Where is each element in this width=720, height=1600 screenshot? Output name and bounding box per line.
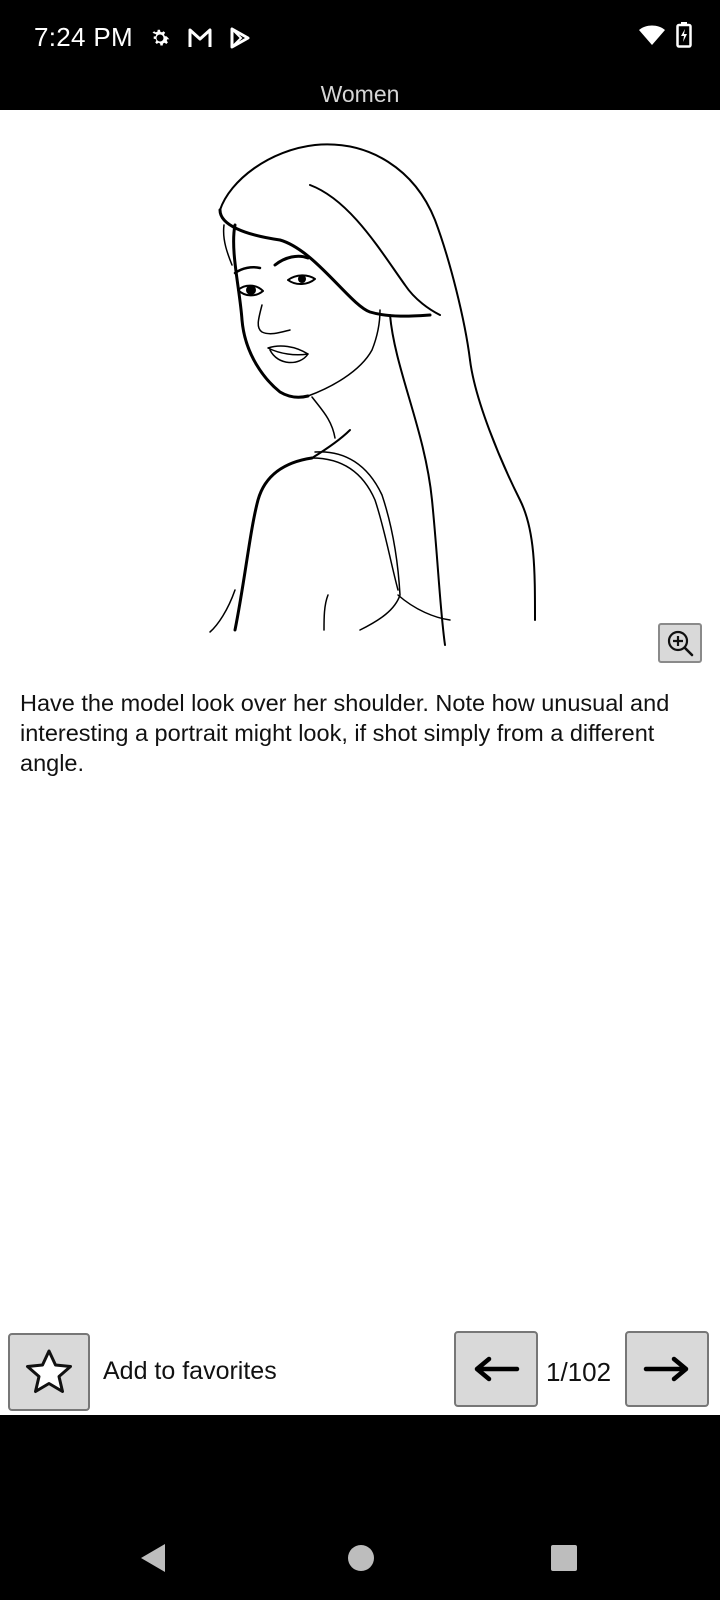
battery-charging-icon <box>676 22 692 53</box>
next-button[interactable] <box>625 1331 709 1407</box>
add-to-favorites-button[interactable] <box>8 1333 90 1411</box>
zoom-in-icon <box>667 630 694 657</box>
page-counter: 1/102 <box>546 1357 612 1387</box>
star-icon <box>26 1349 72 1393</box>
pose-description: Have the model look over her shoulder. N… <box>20 690 670 776</box>
system-nav-bar <box>0 1415 720 1600</box>
add-to-favorites-label[interactable]: Add to favorites <box>103 1357 277 1386</box>
previous-button[interactable] <box>454 1331 538 1407</box>
page-title: Women <box>0 78 720 110</box>
bottom-toolbar: Add to favorites 1/102 <box>0 1325 720 1415</box>
play-store-icon <box>226 24 254 52</box>
settings-icon <box>146 24 174 52</box>
notification-icons <box>146 24 254 52</box>
home-icon[interactable] <box>348 1545 374 1571</box>
main-content: Have the model look over her shoulder. N… <box>0 110 720 1415</box>
status-bar: 7:24 PM <box>0 0 720 78</box>
pose-illustration <box>209 143 536 646</box>
arrow-left-icon <box>474 1356 520 1382</box>
arrow-right-icon <box>643 1356 689 1382</box>
zoom-in-button[interactable] <box>658 623 702 663</box>
wifi-icon <box>638 24 666 51</box>
back-icon[interactable] <box>138 1542 168 1574</box>
status-time: 7:24 PM <box>34 22 133 52</box>
recents-icon[interactable] <box>551 1545 577 1571</box>
gmail-icon <box>186 24 214 52</box>
system-status-icons <box>638 22 692 53</box>
